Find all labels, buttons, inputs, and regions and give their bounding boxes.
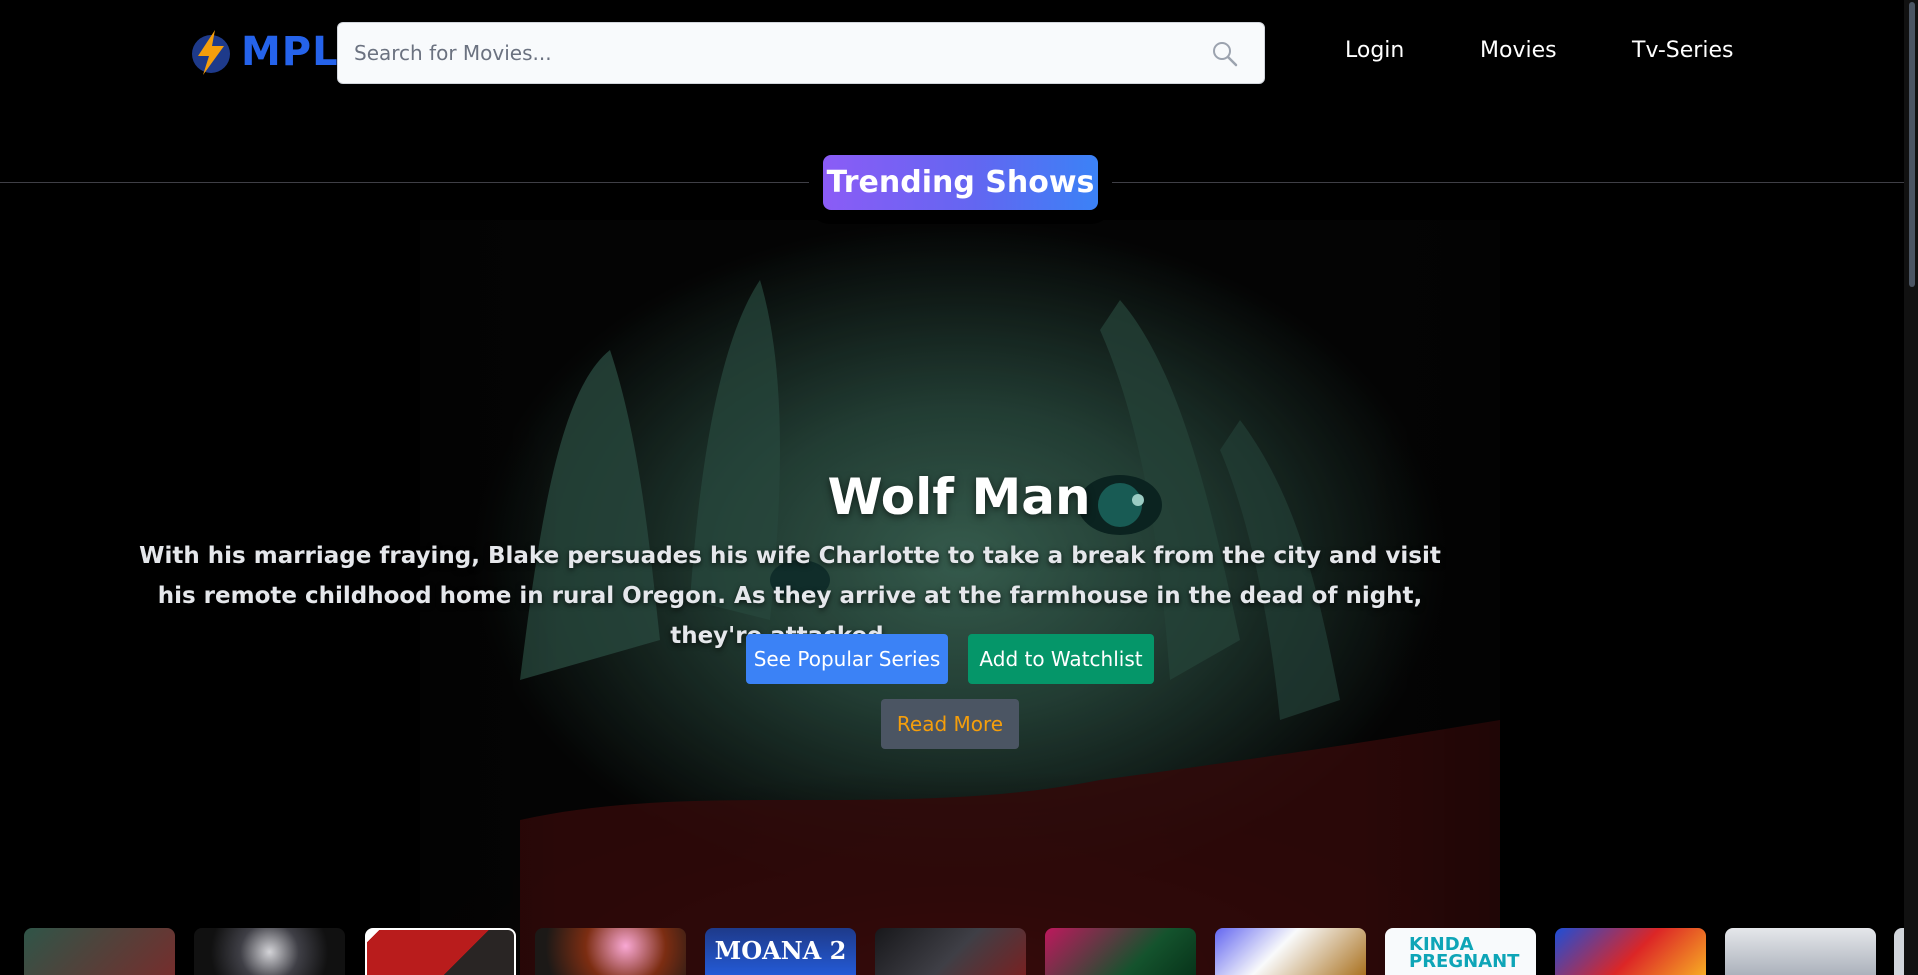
thumbnail-card[interactable] xyxy=(1215,928,1366,975)
nav-tv-series-link[interactable]: Tv-Series xyxy=(1632,38,1733,63)
thumbnail-card[interactable] xyxy=(535,928,686,975)
section-title: Trending Shows xyxy=(823,155,1098,210)
read-more-button[interactable]: Read More xyxy=(881,699,1019,749)
thumbnail-card[interactable] xyxy=(365,928,516,975)
hero-banner: Wolf Man With his marriage fraying, Blak… xyxy=(0,220,1918,975)
lightning-logo-icon xyxy=(192,30,230,75)
thumbnail-card[interactable] xyxy=(875,928,1026,975)
search-icon[interactable] xyxy=(1212,41,1238,67)
thumbnail-card[interactable] xyxy=(1555,928,1706,975)
see-popular-series-button[interactable]: See Popular Series xyxy=(746,634,948,684)
thumbnail-label: KINDA PREGNANT xyxy=(1409,934,1520,972)
search-box xyxy=(337,22,1265,84)
search-input[interactable] xyxy=(338,23,1264,83)
thumbnail-card[interactable] xyxy=(1045,928,1196,975)
thumbnail-card[interactable] xyxy=(24,928,175,975)
thumbnail-card[interactable]: MOANA 2 xyxy=(705,928,856,975)
thumbnail-card[interactable] xyxy=(1725,928,1876,975)
thumbnail-card[interactable] xyxy=(194,928,345,975)
thumbnail-card[interactable]: KINDA PREGNANT xyxy=(1385,928,1536,975)
hero-title: Wolf Man xyxy=(827,468,1091,526)
page: MPL Login Movies Tv-Series xyxy=(0,0,1918,975)
add-to-watchlist-button[interactable]: Add to Watchlist xyxy=(968,634,1154,684)
logo-text: MPL xyxy=(241,29,339,75)
nav-login-link[interactable]: Login xyxy=(1345,38,1404,63)
header: MPL Login Movies Tv-Series xyxy=(0,0,1918,108)
nav-movies-link[interactable]: Movies xyxy=(1480,38,1557,63)
hero-content: Wolf Man With his marriage fraying, Blak… xyxy=(0,220,1918,975)
page-scrollbar[interactable] xyxy=(1904,0,1918,975)
logo[interactable]: MPL xyxy=(189,28,339,76)
thumbnail-strip: MOANA 2 KINDA PREGNANT xyxy=(24,928,1918,975)
thumbnail-label: MOANA 2 xyxy=(714,936,847,965)
scrollbar-thumb[interactable] xyxy=(1909,2,1915,287)
